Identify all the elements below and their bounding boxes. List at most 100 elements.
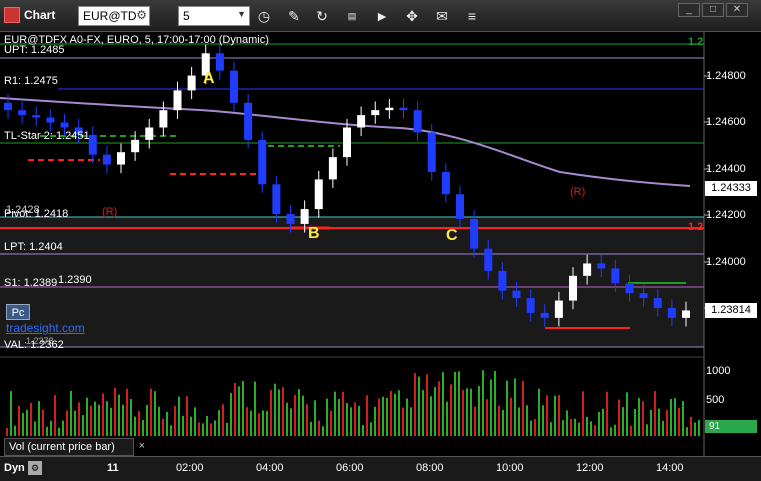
- price-chart[interactable]: [0, 32, 761, 456]
- volume-bar: [410, 407, 412, 436]
- volume-bar: [334, 391, 336, 436]
- volume-bar: [286, 402, 288, 436]
- menu-icon[interactable]: ≡: [462, 6, 482, 26]
- volume-bar: [330, 410, 332, 436]
- close-button[interactable]: ✕: [726, 3, 748, 17]
- volume-bars-group: [6, 370, 700, 436]
- volume-bar: [642, 401, 644, 436]
- volume-bar: [10, 391, 12, 436]
- candle-body: [314, 179, 323, 210]
- volume-bar: [514, 378, 516, 436]
- clock-icon[interactable]: ◷: [254, 6, 274, 26]
- volume-bar: [366, 395, 368, 436]
- volume-bar: [506, 380, 508, 436]
- volume-bar: [450, 384, 452, 436]
- candle-body: [385, 107, 394, 111]
- time-axis-bar: Dyn ⚙ 11 02:00 04:00 06:00 08:00 10:00 1…: [0, 456, 761, 481]
- candle-body: [625, 283, 634, 294]
- volume-bar: [694, 422, 696, 436]
- move-icon[interactable]: ✥: [402, 6, 422, 26]
- tl-star-label: TL-Star 2: 1.2451: [4, 130, 90, 142]
- play-icon[interactable]: ►: [372, 6, 392, 26]
- candle-body: [554, 300, 563, 318]
- x-tick-label: 11: [107, 462, 119, 474]
- dyn-label[interactable]: Dyn: [4, 462, 25, 474]
- volume-bar: [662, 420, 664, 436]
- wave-label-c: C: [446, 227, 458, 244]
- volume-bar: [242, 380, 244, 436]
- title-bar: Chart EUR@TD ⚙ 5 ▼ ◷ ✎ ↻ ▤ ► ✥ ✉ ≡ _ □ ✕: [0, 0, 761, 32]
- tradesight-link[interactable]: tradesight.com: [6, 321, 85, 335]
- refresh-icon[interactable]: ↻: [312, 6, 332, 26]
- volume-bar: [250, 410, 252, 436]
- volume-bar: [502, 409, 504, 436]
- close-icon[interactable]: ×: [139, 440, 145, 452]
- volume-bar: [218, 410, 220, 436]
- volume-bar: [394, 393, 396, 436]
- y-tick-label: 1.24200: [706, 209, 746, 221]
- candle-body: [682, 310, 690, 318]
- volume-bar: [18, 405, 20, 436]
- volume-bar: [470, 388, 472, 436]
- volume-bar: [630, 425, 632, 436]
- interval-value: 5: [183, 9, 190, 23]
- s1-label: S1: 1.2389: [4, 277, 58, 289]
- candle-body: [427, 132, 436, 172]
- volume-bar: [54, 395, 56, 436]
- dyn-settings-icon[interactable]: ⚙: [28, 461, 42, 475]
- pc-button[interactable]: Pc: [6, 304, 30, 320]
- ssb-icon[interactable]: ▤: [342, 6, 362, 26]
- y-tick-label: 1.24800: [706, 70, 746, 82]
- volume-bar: [566, 410, 568, 436]
- volume-bar: [358, 405, 360, 436]
- chevron-down-icon: ▼: [237, 9, 246, 19]
- symbol-input[interactable]: EUR@TD ⚙: [78, 6, 150, 26]
- red-level-tag: 1.2: [688, 221, 704, 233]
- volume-bar: [86, 397, 88, 436]
- volume-bar: [698, 420, 700, 436]
- volume-bar: [190, 416, 192, 436]
- volume-bar: [546, 395, 548, 436]
- volume-panel-label[interactable]: Vol (current price bar) ×: [4, 438, 145, 456]
- volume-bar: [90, 405, 92, 436]
- chart-app-icon: [4, 7, 20, 23]
- volume-bar: [26, 409, 28, 436]
- volume-bar: [318, 420, 320, 436]
- x-tick-label: 12:00: [576, 462, 604, 474]
- volume-bar: [398, 390, 400, 436]
- chart-area[interactable]: EUR@TDFX A0-FX, EURO, 5, 17:00-17:00 (Dy…: [0, 32, 761, 456]
- volume-bar: [210, 423, 212, 436]
- volume-bar: [530, 420, 532, 436]
- volume-bar: [538, 388, 540, 436]
- volume-bar: [510, 397, 512, 436]
- volume-bar: [326, 398, 328, 436]
- candle-body: [399, 107, 408, 111]
- interval-select[interactable]: 5 ▼: [178, 6, 250, 26]
- wave-label-a: A: [203, 70, 215, 87]
- candle-body: [343, 127, 351, 158]
- volume-bar: [654, 391, 656, 436]
- volume-bar: [518, 407, 520, 436]
- candle-body: [230, 70, 238, 103]
- volume-bar: [426, 374, 428, 436]
- volume-bar: [22, 413, 24, 436]
- maximize-button[interactable]: □: [702, 3, 724, 17]
- top-level-tag: 1.2: [688, 36, 704, 48]
- symbol-settings-icon[interactable]: ⚙: [136, 8, 147, 22]
- candle-body: [653, 298, 662, 308]
- pencil-icon[interactable]: ✎: [284, 6, 304, 26]
- val-label: VAL: 1.2362: [4, 339, 64, 351]
- volume-bar: [274, 383, 276, 436]
- volume-bar: [62, 420, 64, 436]
- window-title: Chart: [24, 8, 56, 22]
- volume-bar: [594, 425, 596, 436]
- minimize-button[interactable]: _: [678, 3, 700, 17]
- y-tick-label: 1.24600: [706, 116, 746, 128]
- volume-bar: [82, 415, 84, 436]
- chat-icon[interactable]: ✉: [432, 6, 452, 26]
- volume-bar: [310, 421, 312, 436]
- volume-bar: [690, 416, 692, 436]
- volume-bar: [422, 390, 424, 436]
- r1-label: R1: 1.2475: [4, 75, 58, 87]
- lpt-label: LPT: 1.2404: [4, 241, 63, 253]
